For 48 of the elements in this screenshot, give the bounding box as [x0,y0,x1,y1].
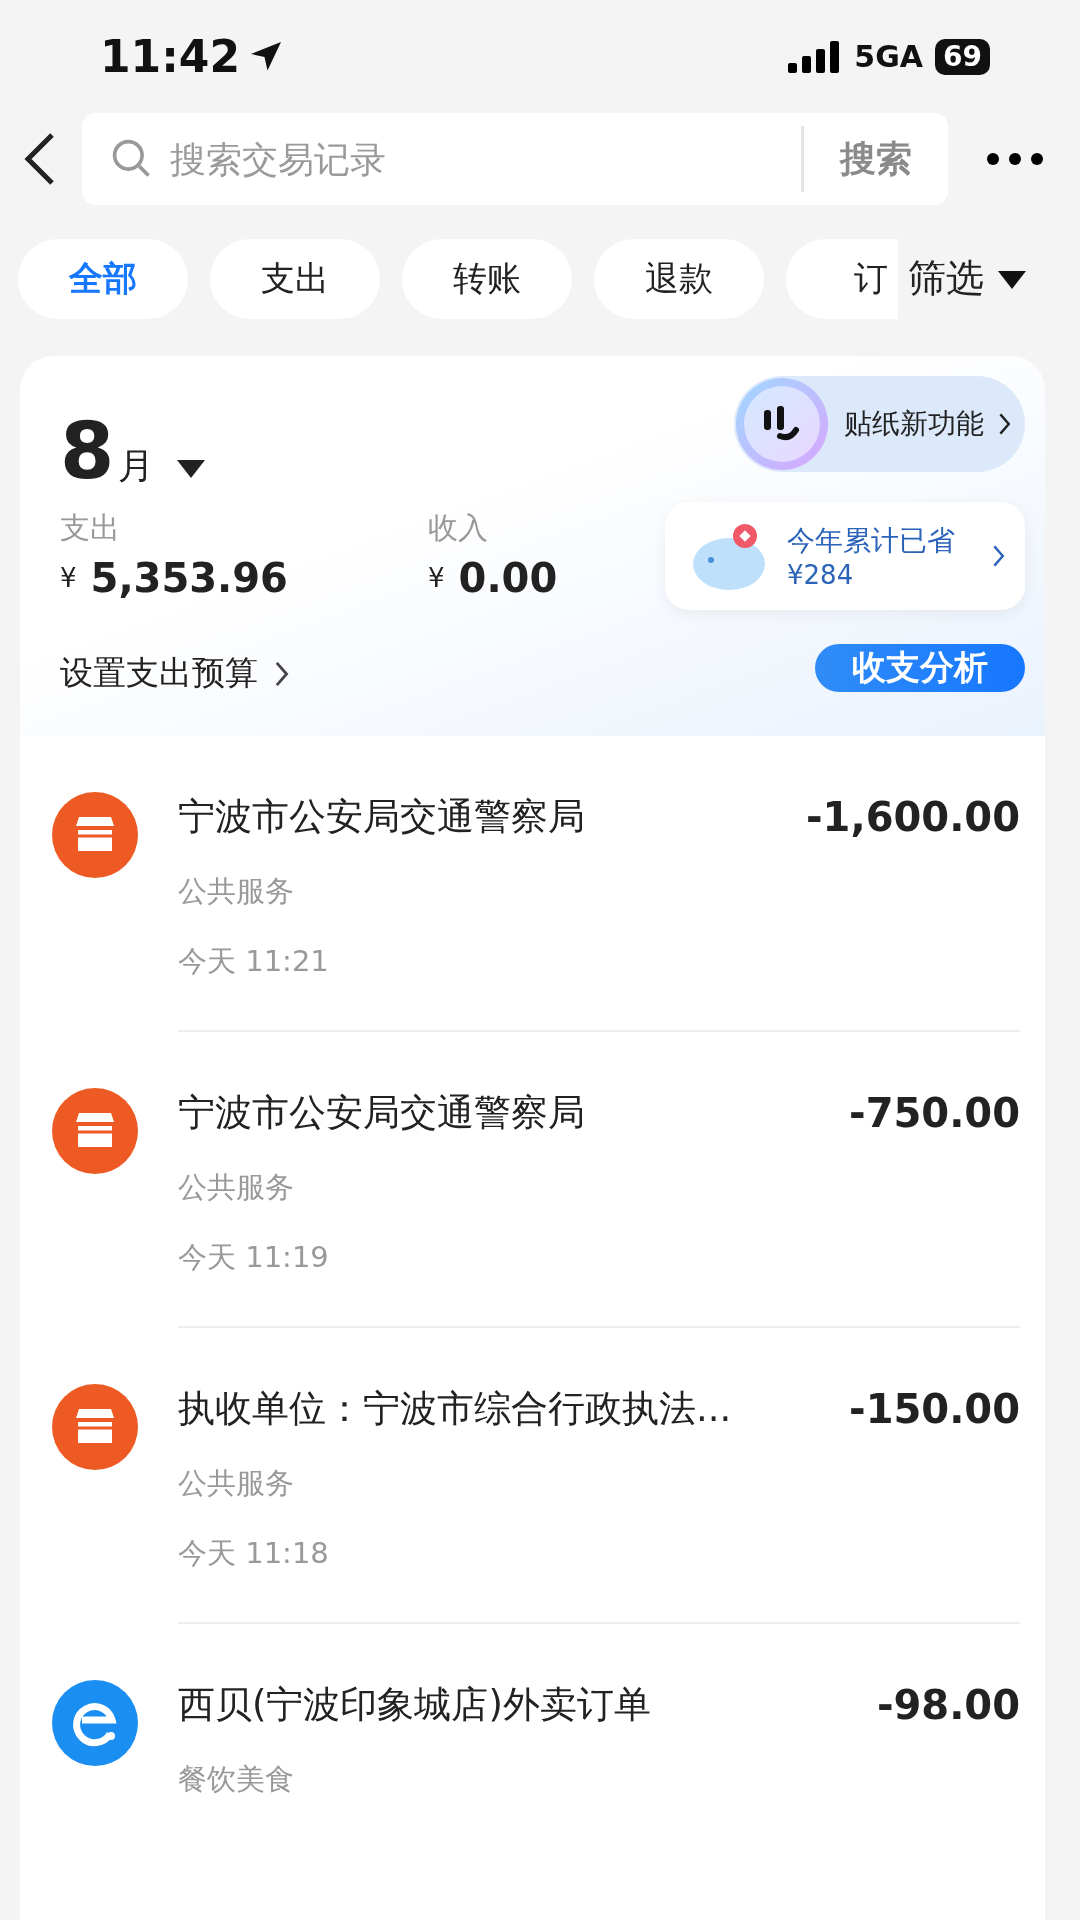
chevron-right-icon [991,544,1005,568]
transaction-time: 今天 11:19 [178,1239,330,1276]
network-label: 5GA [854,39,924,75]
budget-link[interactable]: 设置支出预算 [60,651,645,696]
merchant-name[interactable]: 执收单位：宁波市综合行政执法... [178,1384,732,1434]
shop-icon [52,1384,138,1470]
delivery-app-icon [52,1680,138,1766]
expense-amount: 5,353.96 [90,555,288,601]
shop-icon [52,792,138,878]
amount: -750.00 [849,1090,1020,1136]
merchant-name[interactable]: 宁波市公安局交通警察局 [178,1088,585,1138]
amount: -1,600.00 [806,794,1020,840]
category-label: 餐饮美食 [178,1761,295,1798]
caret-down-icon[interactable] [176,458,207,478]
category-label: 公共服务 [178,1465,295,1502]
savings-amount: ¥284 [787,560,855,590]
income-label: 收入 [428,509,489,547]
merchant-name[interactable]: 西贝(宁波印象城店)外卖订单 [178,1680,651,1730]
filter-tab[interactable]: 转账 [402,238,572,319]
currency-symbol: ¥ [428,563,445,593]
transaction-time: 今天 11:21 [178,943,330,980]
filter-tab[interactable]: 退款 [594,238,764,319]
status-time: 11:42 [100,31,241,83]
battery-level: 69 [935,38,990,75]
income-amount: 0.00 [458,555,558,601]
month-unit[interactable]: 月 [118,442,155,491]
transaction-time: 今天 11:18 [178,1535,330,1572]
chevron-right-icon [274,659,290,688]
savings-label: 今年累计已省 [787,523,956,559]
caret-down-icon [998,268,1026,289]
shop-icon [52,1088,138,1174]
analysis-button[interactable]: 收支分析 [815,644,1025,692]
more-icon[interactable] [986,152,1044,167]
merchant-name[interactable]: 宁波市公安局交通警察局 [178,792,585,842]
chevron-right-icon [997,412,1011,436]
expense-label: 支出 [60,509,121,547]
filter-tab[interactable]: 订 [786,238,898,319]
filter-tab[interactable]: 支出 [210,238,380,319]
filter-tab[interactable]: 全部 [18,238,188,319]
smiley-icon [733,376,830,472]
currency-symbol: ¥ [60,563,77,593]
amount: -150.00 [849,1386,1020,1432]
category-label: 公共服务 [178,1169,295,1206]
category-label: 公共服务 [178,873,295,910]
amount: -98.00 [876,1682,1020,1728]
savings-card[interactable]: 今年累计已省 ¥284 [665,502,1025,610]
month-number[interactable]: 8 [60,406,115,496]
sticker-banner[interactable]: 贴纸新功能 [733,376,1025,472]
